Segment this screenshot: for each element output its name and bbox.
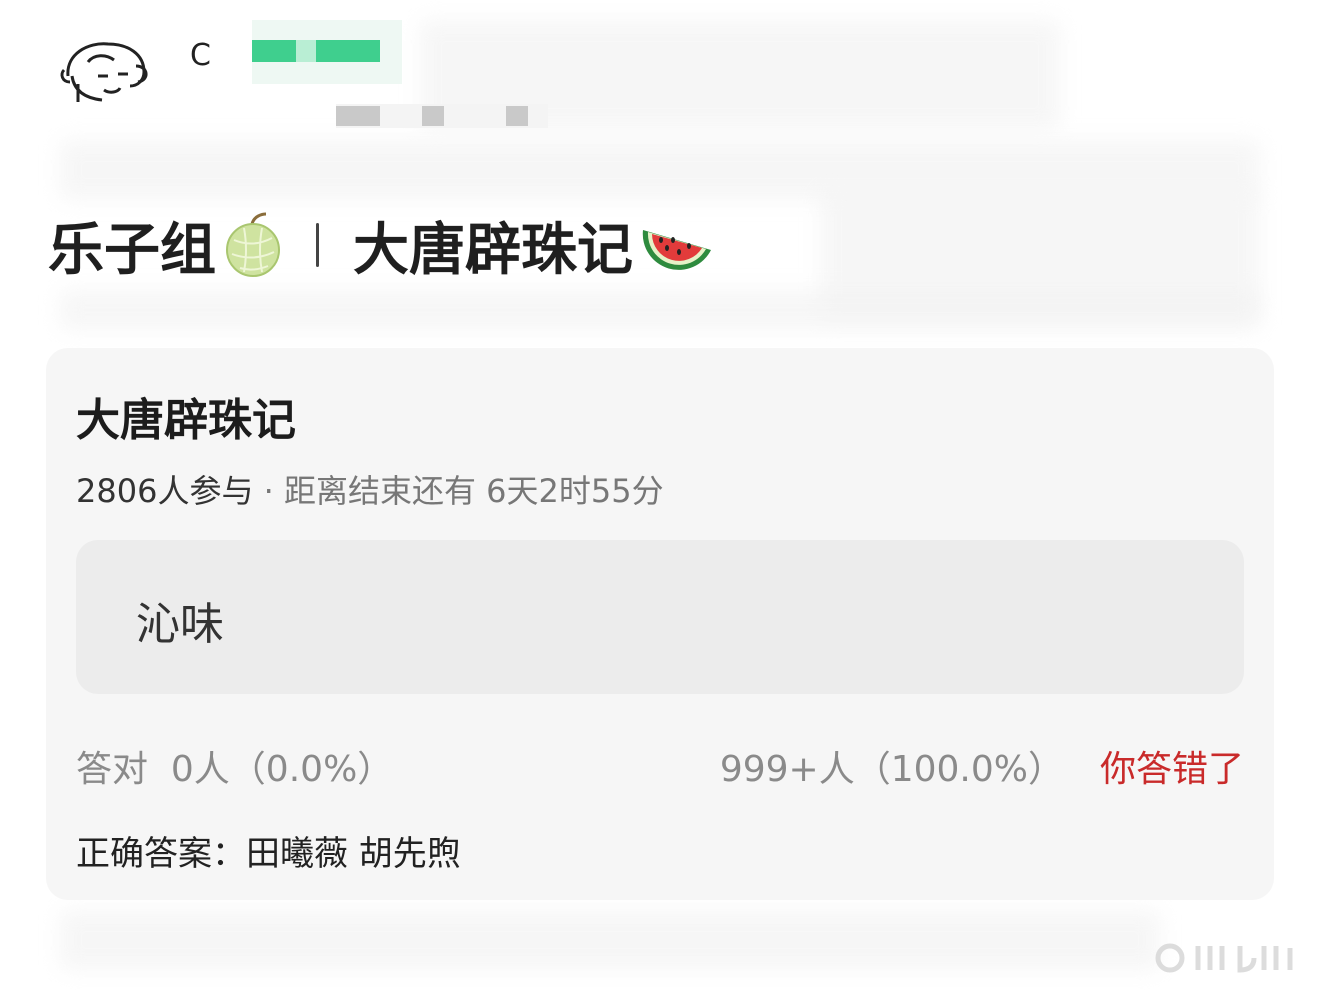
quiz-meta: 2806人参与 · 距离结束还有 6天2时55分: [76, 466, 664, 512]
quiz-card: 大唐辟珠记 2806人参与 · 距离结束还有 6天2时55分 沁味 答对 0人（…: [46, 348, 1274, 900]
quiz-stats: 答对 0人（0.0%） 999+人（100.0%） 你答错了: [76, 740, 1244, 790]
correct-answer: 正确答案：田曦薇 胡先煦: [76, 826, 461, 875]
answer-label: 正确答案：: [76, 834, 246, 874]
background-blur: [60, 290, 1260, 330]
quiz-option[interactable]: 沁味: [76, 540, 1244, 694]
quiz-title: 大唐辟珠记: [76, 395, 296, 446]
watermark-logo: [1155, 943, 1293, 973]
option-label: 沁味: [136, 599, 224, 650]
headline-separator: [316, 223, 319, 267]
watermelon-icon: [642, 230, 711, 270]
correct-stat: 答对 0人（0.0%）: [76, 740, 393, 792]
correct-count: 0人（0.0%）: [170, 749, 394, 790]
username[interactable]: C: [190, 38, 211, 73]
avatar[interactable]: [58, 36, 154, 108]
result-text: 你答错了: [1099, 749, 1244, 790]
post-header: C: [0, 0, 1320, 140]
selected-stat: 999+人（100.0%） 你答错了: [720, 740, 1244, 792]
headline-left: 乐子组: [48, 217, 216, 283]
answer-value: 田曦薇 胡先煦: [246, 834, 461, 874]
melon-icon: [226, 212, 280, 277]
meta-separator: ·: [253, 472, 284, 510]
headline-right: 大唐辟珠记: [353, 217, 633, 283]
timestamp-mosaic: [336, 104, 548, 128]
participant-count: 2806人参与: [76, 472, 254, 510]
correct-label: 答对: [76, 749, 149, 790]
selected-count: 999+人（100.0%）: [719, 749, 1064, 790]
username-mosaic: [252, 20, 402, 84]
post-headline: 乐子组 大唐辟珠记: [48, 200, 715, 290]
deadline-countdown: 距离结束还有 6天2时55分: [283, 472, 664, 510]
background-blur: [60, 910, 1160, 970]
